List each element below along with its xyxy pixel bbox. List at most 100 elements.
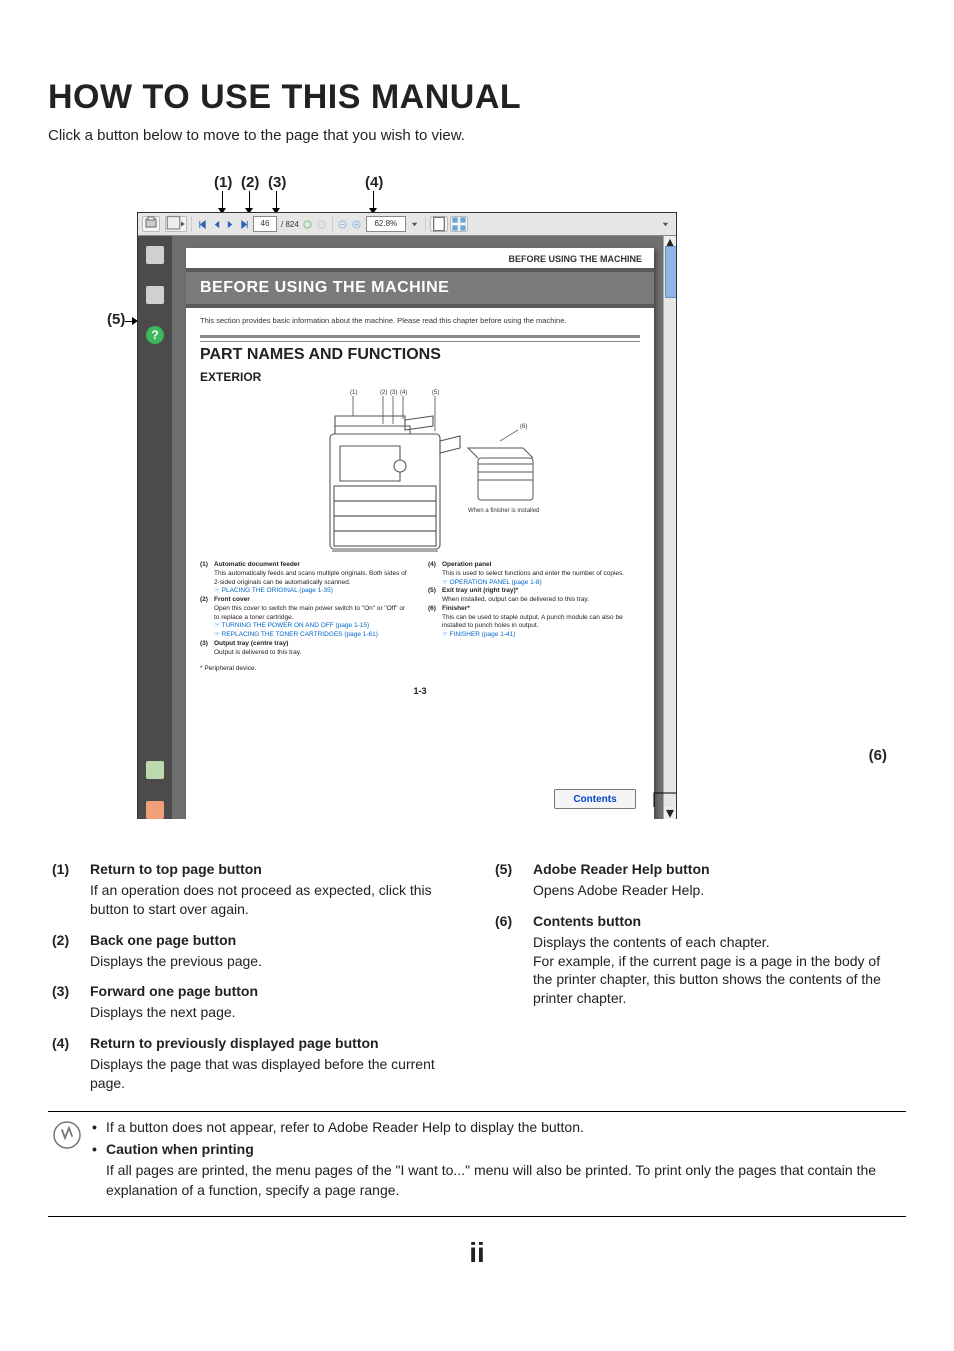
section-heading: PART NAMES AND FUNCTIONS <box>186 344 654 366</box>
zoom-level-input[interactable]: 62.8% <box>366 216 406 232</box>
note-body: •If a button does not appear, refer to A… <box>92 1118 902 1200</box>
vertical-scrollbar[interactable]: ▴ ▾ <box>663 236 676 819</box>
print-icon[interactable] <box>142 216 160 232</box>
definitions-left: (1) Return to top page button If an oper… <box>52 860 459 1105</box>
zoom-in-button[interactable] <box>350 217 364 231</box>
definition-item: (3) Forward one page button Displays the… <box>52 982 459 1022</box>
reader-nav-pane: ? <box>138 236 172 819</box>
part-item: (6)Finisher* This can be used to staple … <box>428 605 640 640</box>
part-item: (2)Front cover Open this cover to switch… <box>200 596 412 640</box>
note-block: •If a button does not appear, refer to A… <box>48 1112 906 1210</box>
diagram-label-4: (4) <box>400 390 407 396</box>
chapter-banner-text: BEFORE USING THE MACHINE <box>186 279 449 297</box>
definition-item: (2) Back one page button Displays the pr… <box>52 931 459 971</box>
note-line-1: If a button does not appear, refer to Ad… <box>106 1118 584 1138</box>
reader-window: 46 / 824 62.8% ? <box>137 212 677 819</box>
definition-num: (3) <box>52 982 90 1022</box>
leader-line-6 <box>584 761 676 819</box>
definition-num: (4) <box>52 1034 90 1093</box>
definition-num: (6) <box>495 912 533 1008</box>
note-rule-bottom <box>48 1216 906 1217</box>
exterior-diagram: (1) (2) (3) (4) (5) (6) <box>186 386 654 561</box>
page-total-label: / 824 <box>281 220 299 229</box>
part-item: (3)Output tray (centre tray) Output is d… <box>200 640 412 658</box>
definition-head: Return to previously displayed page butt… <box>90 1034 459 1053</box>
back-one-page-button[interactable] <box>209 217 223 231</box>
leader-line <box>373 191 374 209</box>
definition-body: Opens Adobe Reader Help. <box>533 881 710 900</box>
callout-6-label: (6) <box>869 747 887 764</box>
definition-item: (6) Contents button Displays the content… <box>495 912 902 1008</box>
definitions: (1) Return to top page button If an oper… <box>48 854 906 1105</box>
leader-line <box>222 191 223 209</box>
inner-page-number: 1-3 <box>186 686 654 696</box>
zoom-dropdown[interactable] <box>408 217 422 231</box>
note-icon <box>52 1120 82 1150</box>
note-caution-head: Caution when printing <box>106 1140 254 1160</box>
diagram-label-6: (6) <box>520 424 527 430</box>
definition-num: (5) <box>495 860 533 900</box>
toolbar-combo[interactable] <box>165 216 187 232</box>
subsection-heading: EXTERIOR <box>186 366 654 386</box>
toolbar-divider <box>425 216 426 232</box>
help-button[interactable]: ? <box>146 326 164 344</box>
first-page-button[interactable] <box>195 217 209 231</box>
running-head: BEFORE USING THE MACHINE <box>186 248 654 264</box>
finisher-caption-text: When a finisher is installed <box>468 508 539 514</box>
part-item: (4)Operation panel This is used to selec… <box>428 561 640 587</box>
definition-body: If an operation does not proceed as expe… <box>90 881 459 919</box>
leader-line <box>276 191 277 209</box>
zoom-out-button[interactable] <box>336 217 350 231</box>
reader-toolbar: 46 / 824 62.8% <box>138 213 676 236</box>
parts-list: (1)Automatic document feeder This automa… <box>186 561 654 657</box>
page-roman-numeral: ii <box>48 1237 906 1269</box>
callout-4-label: (4) <box>365 174 383 191</box>
definition-num: (1) <box>52 860 90 919</box>
comments-icon[interactable] <box>146 801 164 819</box>
definition-head: Forward one page button <box>90 982 258 1001</box>
definition-head: Back one page button <box>90 931 262 950</box>
document-area: ▴ ▾ BEFORE USING THE MACHINE BEFORE USIN… <box>172 236 676 819</box>
callout-3-label: (3) <box>268 174 286 191</box>
diagram-label-2: (2) <box>380 390 387 396</box>
last-page-button[interactable] <box>237 217 251 231</box>
parts-list-right: (4)Operation panel This is used to selec… <box>428 561 640 657</box>
fit-page-icon[interactable] <box>430 216 448 232</box>
bookmarks-icon[interactable] <box>146 286 164 304</box>
callout-2-label: (2) <box>241 174 259 191</box>
chapter-subtitle: This section provides basic information … <box>186 308 654 329</box>
peripheral-note: * Peripheral device. <box>186 657 654 680</box>
page-number-input[interactable]: 46 <box>253 216 277 232</box>
forward-one-page-button[interactable] <box>223 217 237 231</box>
page-title: HOW TO USE THIS MANUAL <box>48 78 906 117</box>
definition-num: (2) <box>52 931 90 971</box>
toolbar-overflow-icon[interactable] <box>658 217 672 231</box>
pdf-page: BEFORE USING THE MACHINE BEFORE USING TH… <box>186 248 654 819</box>
prev-view-button[interactable] <box>301 217 315 231</box>
definition-body: Displays the next page. <box>90 1003 258 1022</box>
signatures-icon[interactable] <box>146 761 164 779</box>
section-rule <box>200 335 640 342</box>
diagram-label-5: (5) <box>432 390 439 396</box>
part-item: (5)Exit tray unit (right tray)* When ins… <box>428 587 640 605</box>
definition-head: Adobe Reader Help button <box>533 860 710 879</box>
note-caution-body: If all pages are printed, the menu pages… <box>92 1161 902 1200</box>
manual-page: HOW TO USE THIS MANUAL Click a button be… <box>0 0 954 1309</box>
definition-body: Displays the contents of each chapter. F… <box>533 933 902 1009</box>
next-view-button[interactable] <box>315 217 329 231</box>
scroll-thumb[interactable] <box>665 246 676 298</box>
diagram-label-3: (3) <box>390 390 397 396</box>
diagram-label-1: (1) <box>350 390 357 396</box>
definition-head: Return to top page button <box>90 860 459 879</box>
toolbar-grid-icon[interactable] <box>450 216 468 232</box>
reader-screenshot: (1) (2) (3) (4) (5) (6) <box>117 174 837 824</box>
chapter-banner: BEFORE USING THE MACHINE <box>186 268 654 308</box>
thumbnails-icon[interactable] <box>146 246 164 264</box>
definition-head: Contents button <box>533 912 902 931</box>
callout-5-label: (5) <box>107 311 125 328</box>
reader-body: ? ▴ ▾ BEFORE USING THE MACHINE BEFORE <box>138 236 676 819</box>
definition-body: Displays the page that was displayed bef… <box>90 1055 459 1093</box>
intro-text: Click a button below to move to the page… <box>48 127 906 144</box>
toolbar-divider <box>191 216 192 232</box>
leader-line <box>249 191 250 209</box>
